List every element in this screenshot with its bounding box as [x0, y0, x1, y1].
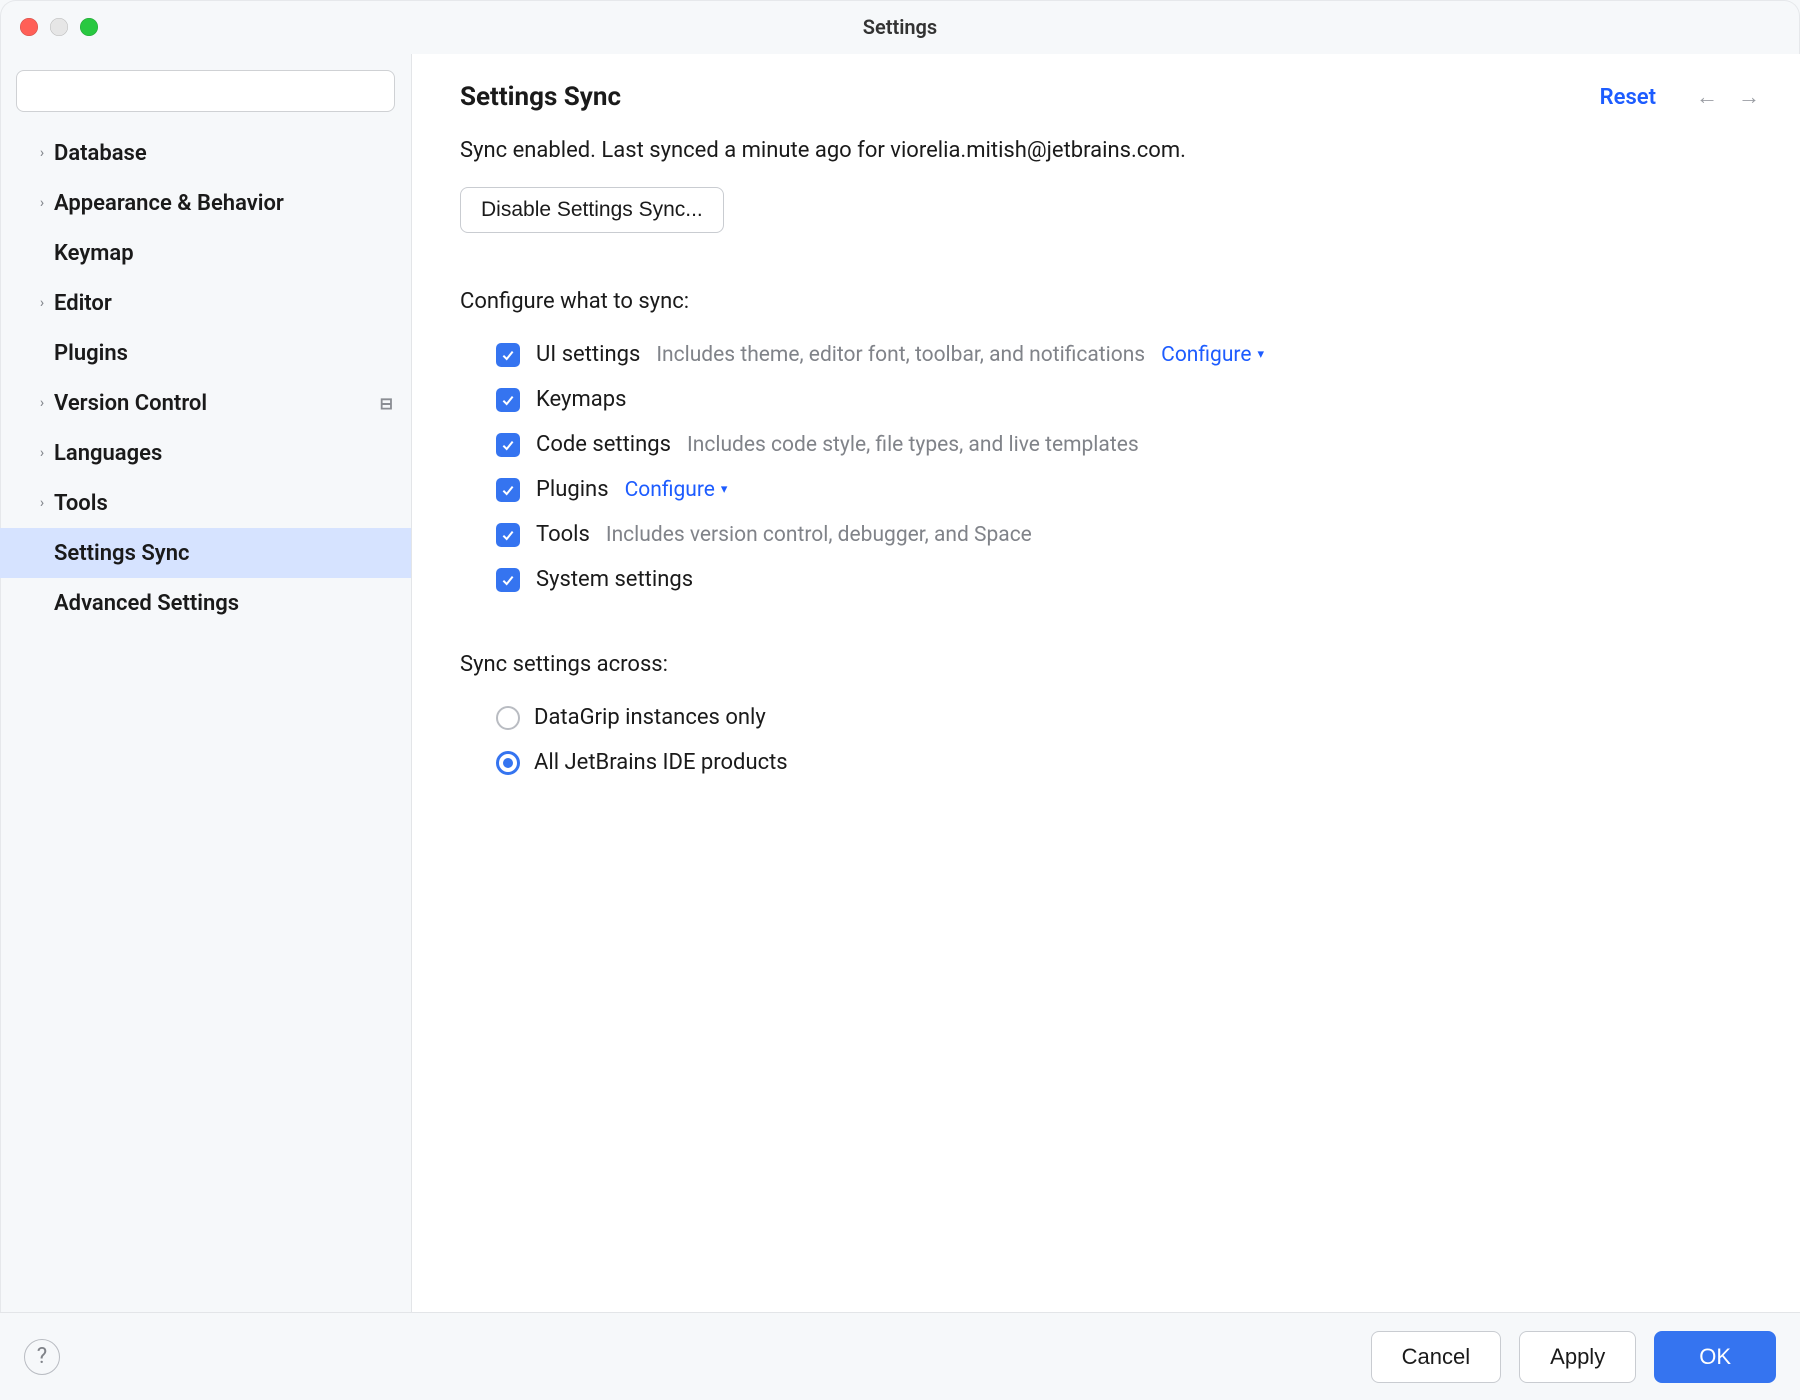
search-input[interactable]: [16, 70, 395, 112]
checkbox[interactable]: [496, 343, 520, 367]
titlebar: Settings: [0, 0, 1800, 54]
back-arrow-icon[interactable]: ←: [1696, 84, 1718, 110]
main-panel: Settings Sync Reset ← → Sync enabled. La…: [412, 54, 1800, 1312]
sync-status: Sync enabled. Last synced a minute ago f…: [460, 138, 1752, 163]
sidebar-item-languages[interactable]: ›Languages: [0, 428, 411, 478]
checkbox[interactable]: [496, 433, 520, 457]
body: ▾ ›Database›Appearance & Behavior›Keymap…: [0, 54, 1800, 1312]
chevron-down-icon: ▾: [1257, 347, 1264, 362]
checkbox-label: Tools: [536, 522, 590, 547]
checkbox-label: System settings: [536, 567, 693, 592]
forward-arrow-icon[interactable]: →: [1738, 84, 1760, 110]
settings-window: Settings ▾ ›Database›Appearance & Behavi…: [0, 0, 1800, 1400]
sidebar-item-editor[interactable]: ›Editor: [0, 278, 411, 328]
chevron-right-icon: ›: [30, 195, 54, 211]
sync-across-option: All JetBrains IDE products: [460, 740, 1752, 785]
sidebar-item-label: Appearance & Behavior: [54, 191, 393, 216]
sidebar-item-label: Editor: [54, 291, 393, 316]
sidebar-item-label: Keymap: [54, 241, 393, 266]
checkbox[interactable]: [496, 388, 520, 412]
sync-option-tools: Tools Includes version control, debugger,…: [460, 512, 1752, 557]
nav-list: ›Database›Appearance & Behavior›Keymap›E…: [0, 128, 411, 1312]
chevron-right-icon: ›: [30, 395, 54, 411]
checkbox[interactable]: [496, 478, 520, 502]
content: Sync enabled. Last synced a minute ago f…: [412, 132, 1800, 1312]
close-window-button[interactable]: [20, 18, 38, 36]
sync-across-title: Sync settings across:: [460, 652, 1752, 677]
checkbox-label: Code settings: [536, 432, 671, 457]
chevron-right-icon: ›: [30, 495, 54, 511]
chevron-right-icon: ›: [30, 145, 54, 161]
sidebar: ▾ ›Database›Appearance & Behavior›Keymap…: [0, 54, 412, 1312]
apply-button[interactable]: Apply: [1519, 1331, 1636, 1383]
window-title: Settings: [863, 15, 937, 39]
sidebar-item-label: Settings Sync: [54, 541, 393, 566]
configure-link[interactable]: Configure▾: [1161, 343, 1264, 367]
nav-arrows: ← →: [1696, 84, 1760, 110]
checkbox-label: Keymaps: [536, 387, 626, 412]
minimize-window-button[interactable]: [50, 18, 68, 36]
sidebar-item-label: Languages: [54, 441, 393, 466]
chevron-right-icon: ›: [30, 445, 54, 461]
sync-option-code-settings: Code settings Includes code style, file t…: [460, 422, 1752, 467]
ok-button[interactable]: OK: [1654, 1331, 1776, 1383]
sync-option-keymaps: Keymaps: [460, 377, 1752, 422]
project-scope-icon: ⊟: [380, 394, 393, 413]
checkbox-label: Plugins: [536, 477, 609, 502]
sidebar-item-label: Plugins: [54, 341, 393, 366]
page-title: Settings Sync: [460, 82, 1584, 112]
sidebar-item-tools[interactable]: ›Tools: [0, 478, 411, 528]
checkbox[interactable]: [496, 523, 520, 547]
sidebar-item-appearance-behavior[interactable]: ›Appearance & Behavior: [0, 178, 411, 228]
traffic-lights: [0, 18, 98, 36]
sidebar-item-settings-sync[interactable]: ›Settings Sync: [0, 528, 411, 578]
footer: ? Cancel Apply OK: [0, 1312, 1800, 1400]
radio-label: DataGrip instances only: [534, 705, 766, 730]
checkbox-hint: Includes code style, file types, and liv…: [687, 433, 1139, 457]
radio-label: All JetBrains IDE products: [534, 750, 788, 775]
sidebar-item-label: Version Control: [54, 391, 380, 416]
checkbox-hint: Includes version control, debugger, and …: [606, 523, 1032, 547]
cancel-button[interactable]: Cancel: [1371, 1331, 1501, 1383]
sync-option-ui-settings: UI settings Includes theme, editor font, …: [460, 332, 1752, 377]
sidebar-item-label: Database: [54, 141, 393, 166]
sync-option-plugins: Plugins Configure▾: [460, 467, 1752, 512]
sidebar-item-plugins[interactable]: ›Plugins: [0, 328, 411, 378]
maximize-window-button[interactable]: [80, 18, 98, 36]
sync-option-system-settings: System settings: [460, 557, 1752, 602]
radio-button[interactable]: [496, 706, 520, 730]
help-icon[interactable]: ?: [24, 1339, 60, 1375]
configure-link[interactable]: Configure▾: [625, 478, 728, 502]
reset-link[interactable]: Reset: [1600, 85, 1656, 110]
sidebar-item-label: Tools: [54, 491, 393, 516]
checkbox[interactable]: [496, 568, 520, 592]
configure-title: Configure what to sync:: [460, 289, 1752, 314]
sidebar-item-database[interactable]: ›Database: [0, 128, 411, 178]
sidebar-item-version-control[interactable]: ›Version Control⊟: [0, 378, 411, 428]
chevron-right-icon: ›: [30, 295, 54, 311]
sidebar-item-label: Advanced Settings: [54, 591, 393, 616]
radio-button[interactable]: [496, 751, 520, 775]
checkbox-label: UI settings: [536, 342, 640, 367]
disable-sync-button[interactable]: Disable Settings Sync...: [460, 187, 724, 233]
sidebar-item-advanced-settings[interactable]: ›Advanced Settings: [0, 578, 411, 628]
chevron-down-icon: ▾: [721, 482, 728, 497]
checkbox-hint: Includes theme, editor font, toolbar, an…: [656, 343, 1145, 367]
sync-across-option: DataGrip instances only: [460, 695, 1752, 740]
sidebar-item-keymap[interactable]: ›Keymap: [0, 228, 411, 278]
